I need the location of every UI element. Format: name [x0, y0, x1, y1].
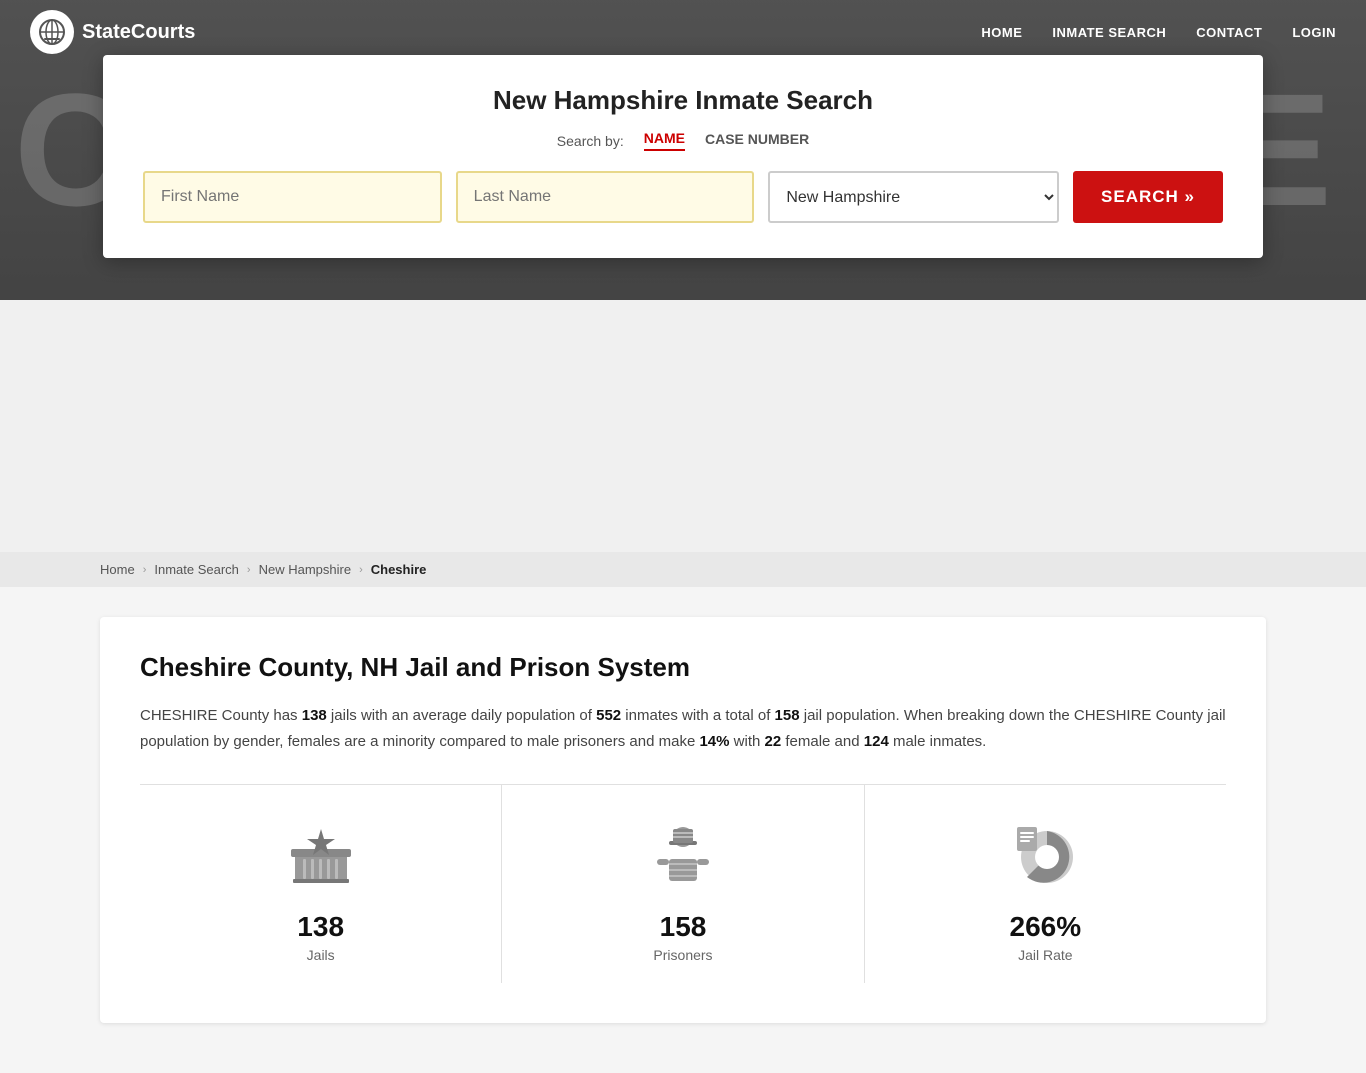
prisoner-icon	[643, 815, 723, 895]
search-card: New Hampshire Inmate Search Search by: N…	[103, 55, 1263, 258]
search-title: New Hampshire Inmate Search	[143, 85, 1223, 116]
state-select[interactable]: New Hampshire Alabama Alaska Arizona Cal…	[768, 171, 1059, 223]
logo-svg	[38, 18, 66, 46]
breadcrumb-inmate-search[interactable]: Inmate Search	[154, 562, 239, 577]
jails-label: Jails	[307, 947, 335, 963]
jails-count: 138	[297, 911, 344, 943]
tab-case-number[interactable]: CASE NUMBER	[705, 131, 809, 150]
stat-jails: 138 Jails	[140, 785, 502, 983]
breadcrumb-sep-1: ›	[143, 564, 147, 576]
jail-icon	[281, 815, 361, 895]
breadcrumb: Home › Inmate Search › New Hampshire › C…	[0, 552, 1366, 587]
breadcrumb-state[interactable]: New Hampshire	[259, 562, 351, 577]
prisoners-count: 158	[660, 911, 707, 943]
county-description: CHESHIRE County has 138 jails with an av…	[140, 703, 1226, 754]
prisoners-label: Prisoners	[653, 947, 712, 963]
nav-login[interactable]: LOGIN	[1292, 25, 1336, 40]
nav-inmate-search[interactable]: INMATE SEARCH	[1052, 25, 1166, 40]
logo-link[interactable]: StateCourts	[30, 10, 195, 54]
stat-jail-rate: 266% Jail Rate	[865, 785, 1226, 983]
breadcrumb-sep-3: ›	[359, 564, 363, 576]
stat-prisoners: 158 Prisoners	[502, 785, 864, 983]
header: COURTHOUSE StateCourts HOME INMATE SEARC…	[0, 0, 1366, 300]
stats-row: 138 Jails	[140, 784, 1226, 983]
logo-icon	[30, 10, 74, 54]
first-name-input[interactable]	[143, 171, 442, 223]
county-title: Cheshire County, NH Jail and Prison Syst…	[140, 652, 1226, 683]
main-content: Cheshire County, NH Jail and Prison Syst…	[0, 587, 1366, 1073]
breadcrumb-current: Cheshire	[371, 562, 427, 577]
search-button[interactable]: SEARCH »	[1073, 171, 1223, 223]
jail-rate-count: 266%	[1010, 911, 1082, 943]
jail-rate-label: Jail Rate	[1018, 947, 1072, 963]
search-by-label: Search by:	[557, 133, 624, 149]
chart-icon	[1005, 815, 1085, 895]
logo-text: StateCourts	[82, 21, 195, 44]
breadcrumb-home[interactable]: Home	[100, 562, 135, 577]
nav-home[interactable]: HOME	[981, 25, 1022, 40]
content-card: Cheshire County, NH Jail and Prison Syst…	[100, 617, 1266, 1023]
nav-links: HOME INMATE SEARCH CONTACT LOGIN	[981, 25, 1336, 40]
breadcrumb-sep-2: ›	[247, 564, 251, 576]
search-by-row: Search by: NAME CASE NUMBER	[143, 130, 1223, 151]
last-name-input[interactable]	[456, 171, 755, 223]
search-inputs-row: New Hampshire Alabama Alaska Arizona Cal…	[143, 171, 1223, 223]
tab-name[interactable]: NAME	[644, 130, 685, 151]
nav-contact[interactable]: CONTACT	[1196, 25, 1262, 40]
